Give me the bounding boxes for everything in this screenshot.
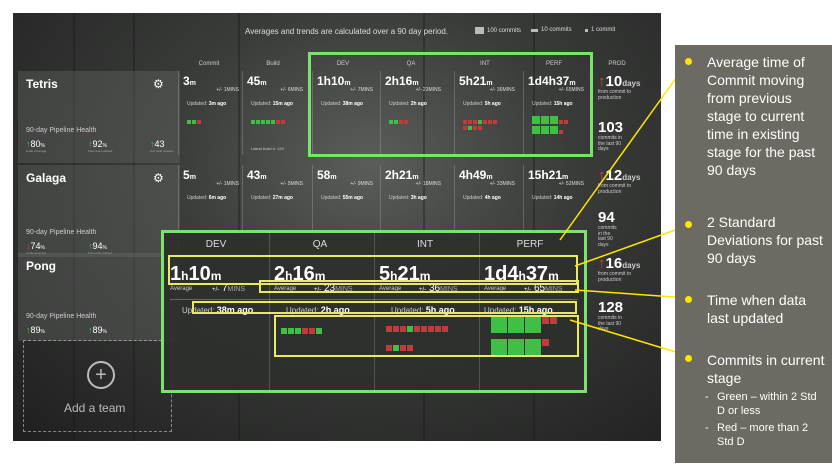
legend-swatch-icon — [531, 28, 538, 32]
zoom-header-dev: DEV — [205, 239, 227, 250]
legend-swatch-icon — [585, 28, 588, 32]
legend-10: 10 commits — [531, 27, 572, 33]
health-func-tests: ↑92% Func tests passed — [88, 139, 113, 153]
highlight-stddev-row — [259, 280, 579, 293]
column-header-build: Build — [266, 61, 280, 67]
zoom-detail-panel: DEV QA INT PERF 1h10m 2h16m 5h21m 1d4h37… — [161, 230, 587, 393]
bullet-icon — [685, 355, 692, 362]
add-team-label: Add a team — [64, 401, 126, 415]
legend-1: 1 commit — [585, 27, 615, 33]
bullet-icon — [685, 221, 692, 228]
legend-label: 1 commit — [591, 27, 616, 33]
highlight-commits-row — [274, 315, 579, 357]
highlight-box — [308, 52, 593, 157]
annotation-stddev: 2 Standard Deviations for past 90 days — [707, 214, 823, 266]
highlight-updated-row — [192, 301, 577, 314]
zoom-header-qa: QA — [312, 239, 328, 250]
arrow-up-icon: ↑ — [598, 73, 606, 90]
stage-build[interactable]: 45m +/- 6MINS Updated: 15m ago Latest bu… — [242, 71, 307, 155]
averages-note: Averages and trends are calculated over … — [245, 27, 449, 36]
gear-icon[interactable]: ⚙ — [153, 77, 164, 91]
average-label: Average — [170, 286, 193, 292]
annotation-average: Average time of Commit moving from previ… — [707, 54, 816, 178]
health-label: 90-day Pipeline Health — [26, 229, 97, 236]
prod-commits: 103 commits in the last 90 days — [598, 119, 624, 152]
gear-icon[interactable]: ⚙ — [153, 171, 164, 185]
legend-swatch-icon — [475, 27, 484, 34]
plus-icon: + — [87, 361, 115, 389]
team-name: Tetris — [26, 77, 58, 91]
arrow-up-icon: ↑ — [598, 167, 606, 184]
bullet-icon — [685, 58, 692, 65]
zoom-header-int: INT — [416, 239, 434, 250]
build-number: Latest build #: 129 — [251, 146, 284, 151]
bullet-icon — [685, 296, 692, 303]
arrow-up-icon: ↑ — [598, 255, 606, 272]
add-team-button[interactable]: + Add a team — [23, 340, 172, 432]
prod-days: ↑10days from commit to production — [598, 73, 641, 101]
divider — [170, 299, 578, 300]
column-header-prod: PROD — [608, 61, 626, 67]
prod-days: ↑16days from commit to production — [598, 255, 641, 283]
pipeline-dashboard: Averages and trends are calculated over … — [13, 13, 661, 441]
health-label: 90-day Pipeline Health — [26, 127, 97, 134]
legend-label: 100 commits — [487, 27, 522, 34]
health-code-coverage: ↑89% — [26, 325, 45, 335]
prod-days: ↑12days from commit to production — [598, 167, 641, 195]
annotation-updated: Time when data last updated — [707, 292, 807, 326]
health-label: 90-day Pipeline Health — [26, 313, 97, 320]
prod-commits: 94 commits in the last 90 days — [598, 209, 617, 248]
zoom-header-perf: PERF — [516, 239, 544, 250]
health-func-tests: ↑89% — [88, 325, 107, 335]
health-code-reviews: ↑43 # of code reviews — [150, 139, 174, 153]
stage-commit[interactable]: 3m +/- 1MINS Updated: 3m ago — [178, 71, 243, 155]
annotation-commits: Commits in current stage — [707, 352, 825, 386]
team-name: Galaga — [26, 171, 67, 185]
legend-label: 10 commits — [541, 27, 572, 33]
column-header-commit: Commit — [198, 61, 220, 67]
prod-commits: 128 commits in the last 90 days — [598, 299, 624, 332]
legend-100: 100 commits — [475, 27, 521, 34]
health-code-coverage: ↑80% Code coverage — [26, 139, 47, 153]
team-name: Pong — [26, 259, 56, 273]
annotation-panel: Average time of Commit moving from previ… — [675, 45, 832, 463]
